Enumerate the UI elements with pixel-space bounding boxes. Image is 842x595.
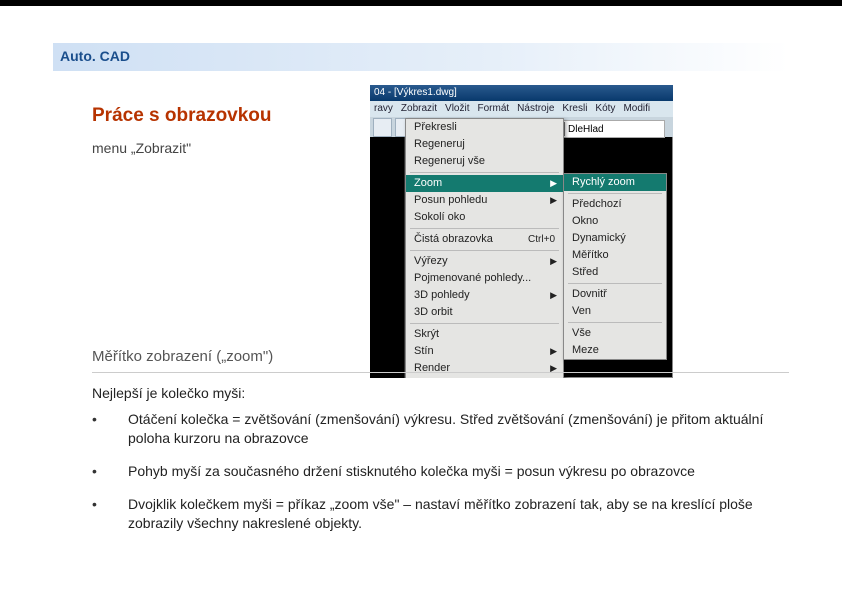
menu-item[interactable]: Výřezy▶ — [406, 253, 563, 270]
menu-item[interactable]: Posun pohledu▶ — [406, 192, 563, 209]
menu-separator — [410, 250, 559, 251]
submenu-item[interactable]: Střed — [564, 264, 666, 281]
submenu-arrow-icon: ▶ — [550, 343, 557, 360]
menu-item[interactable]: Sokolí oko — [406, 209, 563, 226]
submenu-item[interactable]: Rychlý zoom — [564, 174, 666, 191]
menu-item[interactable]: Skrýt — [406, 326, 563, 343]
menu-item[interactable]: Čistá obrazovkaCtrl+0 — [406, 231, 563, 248]
section2-heading: Měřítko zobrazení („zoom") — [92, 348, 273, 365]
menubar-item[interactable]: Modifi — [623, 101, 650, 117]
menu-separator — [568, 193, 662, 194]
submenu-arrow-icon: ▶ — [550, 253, 557, 270]
submenu-item[interactable]: Předchozí — [564, 196, 666, 213]
menubar-item[interactable]: Formát — [477, 101, 509, 117]
menu-separator — [410, 228, 559, 229]
bullet-list: Otáčení kolečka = zvětšování (zmenšování… — [92, 410, 792, 546]
top-black-bar — [0, 0, 842, 6]
section2-body: Nejlepší je kolečko myši: — [92, 385, 245, 401]
breadcrumb-bar — [53, 43, 789, 71]
menubar-item[interactable]: ravy — [374, 101, 393, 117]
editor-black-area — [370, 137, 405, 378]
menu-separator — [410, 323, 559, 324]
window-titlebar: 04 - [Výkres1.dwg] — [370, 85, 673, 101]
list-item: Otáčení kolečka = zvětšování (zmenšování… — [92, 410, 792, 448]
submenu-arrow-icon: ▶ — [550, 287, 557, 304]
menu-shortcut: Ctrl+0 — [528, 231, 555, 248]
list-item: Pohyb myší za současného držení stisknut… — [92, 462, 792, 481]
app-menubar: ravy Zobrazit Vložit Formát Nástroje Kre… — [370, 101, 673, 117]
submenu-arrow-icon: ▶ — [550, 192, 557, 209]
menu-item[interactable]: Stín▶ — [406, 343, 563, 360]
menubar-item[interactable]: Kóty — [595, 101, 615, 117]
menu-item[interactable]: Regeneruj vše — [406, 153, 563, 170]
menu-item[interactable]: Regeneruj — [406, 136, 563, 153]
zoom-submenu: Rychlý zoom Předchozí Okno Dynamický Měř… — [563, 173, 667, 360]
view-menu: Překresli Regeneruj Regeneruj vše Zoom▶ … — [405, 118, 564, 378]
submenu-arrow-icon: ▶ — [550, 360, 557, 377]
submenu-arrow-icon: ▶ — [550, 175, 557, 192]
menu-item-zoom[interactable]: Zoom▶ — [406, 175, 563, 192]
submenu-item[interactable]: Dynamický — [564, 230, 666, 247]
breadcrumb: Auto. CAD — [60, 48, 130, 64]
menu-item[interactable]: Pojmenované pohledy... — [406, 270, 563, 287]
layer-dropdown[interactable]: DleHlad — [547, 120, 665, 138]
submenu-item[interactable]: Meze — [564, 342, 666, 359]
separator-line — [92, 372, 789, 373]
menu-item[interactable]: Render▶ — [406, 360, 563, 377]
menu-label: menu „Zobrazit" — [92, 140, 191, 156]
menubar-item[interactable]: Kresli — [562, 101, 587, 117]
submenu-item[interactable]: Ven — [564, 303, 666, 320]
menu-item[interactable]: Překresli — [406, 119, 563, 136]
tool-button[interactable] — [373, 118, 392, 137]
menu-item[interactable]: 3D pohledy▶ — [406, 287, 563, 304]
list-item: Dvojklik kolečkem myši = příkaz „zoom vš… — [92, 495, 792, 533]
submenu-item[interactable]: Měřítko — [564, 247, 666, 264]
menu-separator — [410, 172, 559, 173]
submenu-item[interactable]: Vše — [564, 325, 666, 342]
menubar-item[interactable]: Vložit — [445, 101, 469, 117]
menu-separator — [568, 283, 662, 284]
menubar-item[interactable]: Nástroje — [517, 101, 554, 117]
menu-separator — [568, 322, 662, 323]
menu-item[interactable]: 3D orbit — [406, 304, 563, 321]
autocad-screenshot: 04 - [Výkres1.dwg] ravy Zobrazit Vložit … — [370, 85, 673, 378]
layer-label: DleHlad — [568, 124, 604, 135]
submenu-item[interactable]: Dovnitř — [564, 286, 666, 303]
menubar-item[interactable]: Zobrazit — [401, 101, 437, 117]
submenu-item[interactable]: Okno — [564, 213, 666, 230]
page-heading: Práce s obrazovkou — [92, 105, 272, 127]
